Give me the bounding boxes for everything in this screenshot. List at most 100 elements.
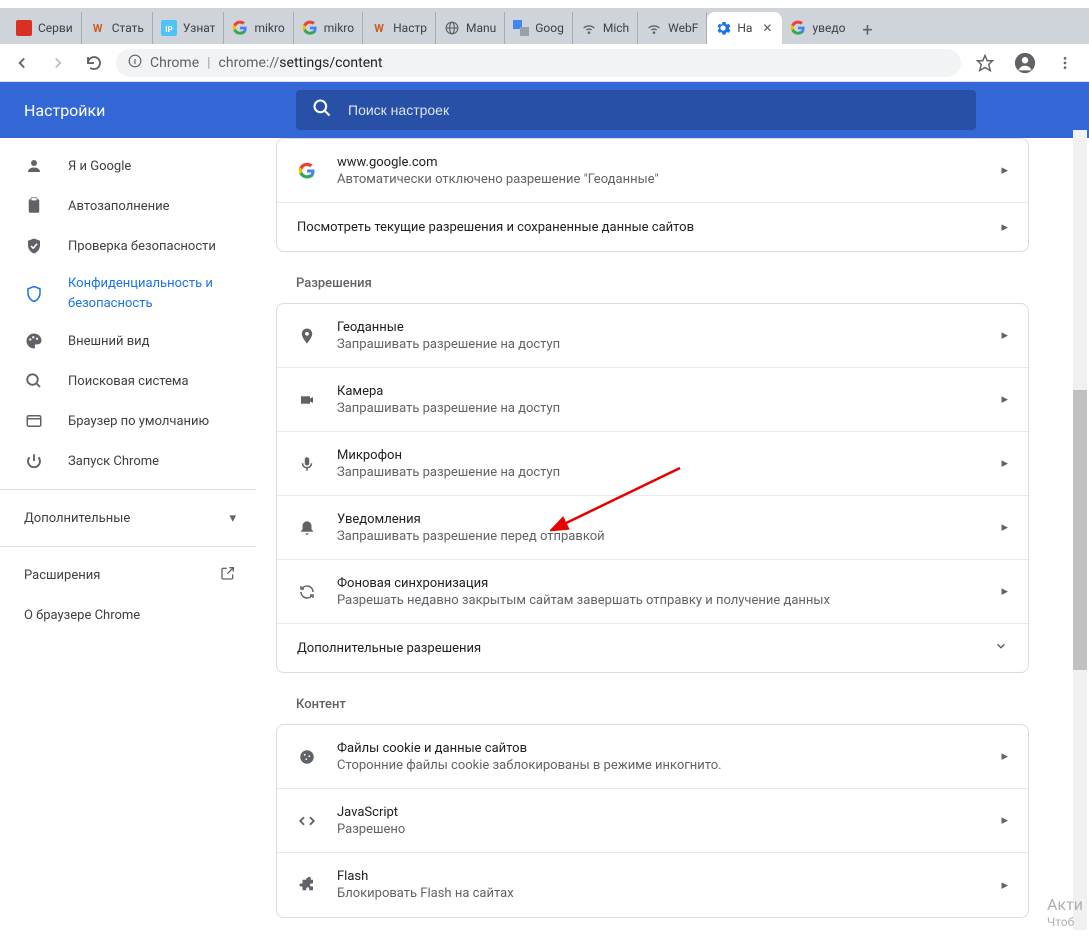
settings-title: Настройки (0, 101, 296, 120)
chevron-right-icon: ▸ (1001, 749, 1008, 764)
google-icon (232, 20, 248, 36)
tab-title: Стать (112, 21, 144, 35)
sidebar-item-you-and-google[interactable]: Я и Google (0, 146, 256, 186)
bookmark-button[interactable] (969, 47, 1001, 79)
row-title: Файлы cookie и данные сайтов (337, 741, 981, 756)
tab-title: WebF (668, 21, 698, 35)
tab-title: Серви (38, 21, 73, 35)
row-subtitle: Запрашивать разрешение перед отправкой (337, 529, 981, 544)
external-link-icon (220, 565, 236, 585)
search-input[interactable] (348, 102, 960, 118)
favicon-icon: W (90, 20, 106, 36)
content-flash[interactable]: FlashБлокировать Flash на сайтах ▸ (277, 853, 1028, 917)
tab-4[interactable]: mikro (294, 12, 363, 44)
sidebar-label: Внешний вид (68, 334, 150, 349)
google-icon (790, 20, 806, 36)
content-card: Файлы cookie и данные сайтовСторонние фа… (276, 724, 1029, 918)
search-icon (312, 98, 332, 122)
svg-text:IP: IP (165, 25, 173, 34)
row-subtitle: Блокировать Flash на сайтах (337, 886, 981, 901)
reload-button[interactable] (80, 49, 108, 77)
content-javascript[interactable]: JavaScriptРазрешено ▸ (277, 789, 1028, 853)
person-icon (24, 156, 44, 176)
sidebar-label: Браузер по умолчанию (68, 414, 209, 429)
location-icon (297, 326, 317, 346)
profile-button[interactable] (1009, 47, 1041, 79)
tab-title: Goog (535, 21, 564, 35)
address-bar: Chrome | chrome://settings/content (0, 44, 1089, 82)
google-icon (297, 161, 317, 181)
tab-8[interactable]: Mich (573, 12, 638, 44)
gear-icon (715, 20, 731, 36)
sidebar-item-safety-check[interactable]: Проверка безопасности (0, 226, 256, 266)
menu-button[interactable] (1049, 47, 1081, 79)
search-box[interactable] (296, 90, 976, 130)
row-title: Дополнительные разрешения (297, 641, 974, 656)
section-title-permissions: Разрешения (296, 276, 1029, 291)
sidebar-item-extensions[interactable]: Расширения (0, 555, 256, 595)
tab-2[interactable]: IPУзнат (153, 12, 225, 44)
wifi-icon (581, 20, 597, 36)
power-icon (24, 451, 44, 471)
sidebar: Я и Google Автозаполнение Проверка безоп… (0, 138, 256, 937)
tab-5[interactable]: WНастр (363, 12, 436, 44)
clipboard-icon (24, 196, 44, 216)
sidebar-item-advanced[interactable]: Дополнительные ▾ (0, 498, 256, 538)
permission-camera[interactable]: КамераЗапрашивать разрешение на доступ ▸ (277, 368, 1028, 432)
bell-icon (297, 518, 317, 538)
tab-title: уведо (812, 21, 845, 35)
permission-mic[interactable]: МикрофонЗапрашивать разрешение на доступ… (277, 432, 1028, 496)
content-cookies[interactable]: Файлы cookie и данные сайтовСторонние фа… (277, 725, 1028, 789)
row-title: Фоновая синхронизация (337, 576, 981, 591)
tab-10-active[interactable]: На ✕ (707, 12, 782, 44)
url-divider: | (207, 55, 210, 71)
sidebar-item-startup[interactable]: Запуск Chrome (0, 441, 256, 481)
permission-sync[interactable]: Фоновая синхронизацияРазрешать недавно з… (277, 560, 1028, 624)
tab-7[interactable]: Goog (505, 12, 573, 44)
mic-icon (297, 454, 317, 474)
sidebar-item-privacy[interactable]: Конфиденциальность и безопасность (0, 266, 256, 321)
sync-icon (297, 582, 317, 602)
url-path: settings/content (279, 55, 382, 71)
url-prefix: Chrome (150, 55, 199, 71)
tab-title: mikro (324, 21, 354, 35)
view-all-row[interactable]: Посмотреть текущие разрешения и сохранен… (277, 203, 1028, 251)
tab-11[interactable]: уведо (782, 12, 853, 44)
recent-site-row[interactable]: www.google.com Автоматически отключено р… (277, 139, 1028, 203)
globe-icon (444, 20, 460, 36)
tab-title: На (737, 21, 752, 35)
sidebar-label: Автозаполнение (68, 199, 170, 214)
omnibox[interactable]: Chrome | chrome://settings/content (116, 49, 961, 77)
back-button[interactable] (8, 49, 36, 77)
more-permissions-row[interactable]: Дополнительные разрешения (277, 624, 1028, 672)
secure-icon (128, 54, 142, 72)
tab-1[interactable]: W Стать (82, 12, 153, 44)
tab-title: Mich (603, 21, 629, 35)
new-tab-button[interactable]: + (853, 16, 881, 44)
tab-9[interactable]: WebF (638, 12, 707, 44)
row-subtitle: Запрашивать разрешение на доступ (337, 465, 981, 480)
permission-location[interactable]: ГеоданныеЗапрашивать разрешение на досту… (277, 304, 1028, 368)
browser-icon (24, 411, 44, 431)
favicon-icon: IP (161, 20, 177, 36)
sidebar-item-appearance[interactable]: Внешний вид (0, 321, 256, 361)
row-subtitle: Разрешено (337, 822, 981, 837)
sidebar-item-autofill[interactable]: Автозаполнение (0, 186, 256, 226)
tab-title: mikro (254, 21, 284, 35)
cookie-icon (297, 747, 317, 767)
favicon-icon: W (371, 20, 387, 36)
sidebar-label: Запуск Chrome (68, 454, 159, 469)
code-icon (297, 811, 317, 831)
sidebar-item-about[interactable]: О браузере Chrome (0, 595, 256, 635)
sidebar-item-default-browser[interactable]: Браузер по умолчанию (0, 401, 256, 441)
sidebar-item-search[interactable]: Поисковая система (0, 361, 256, 401)
scrollbar-thumb[interactable] (1073, 390, 1087, 670)
palette-icon (24, 331, 44, 351)
close-icon[interactable]: ✕ (760, 21, 774, 35)
permission-notifications[interactable]: УведомленияЗапрашивать разрешение перед … (277, 496, 1028, 560)
tab-0[interactable]: Серви (8, 12, 82, 44)
sidebar-label: Дополнительные (24, 511, 130, 526)
tab-3[interactable]: mikro (224, 12, 293, 44)
tab-6[interactable]: Manu (436, 12, 505, 44)
forward-button[interactable] (44, 49, 72, 77)
